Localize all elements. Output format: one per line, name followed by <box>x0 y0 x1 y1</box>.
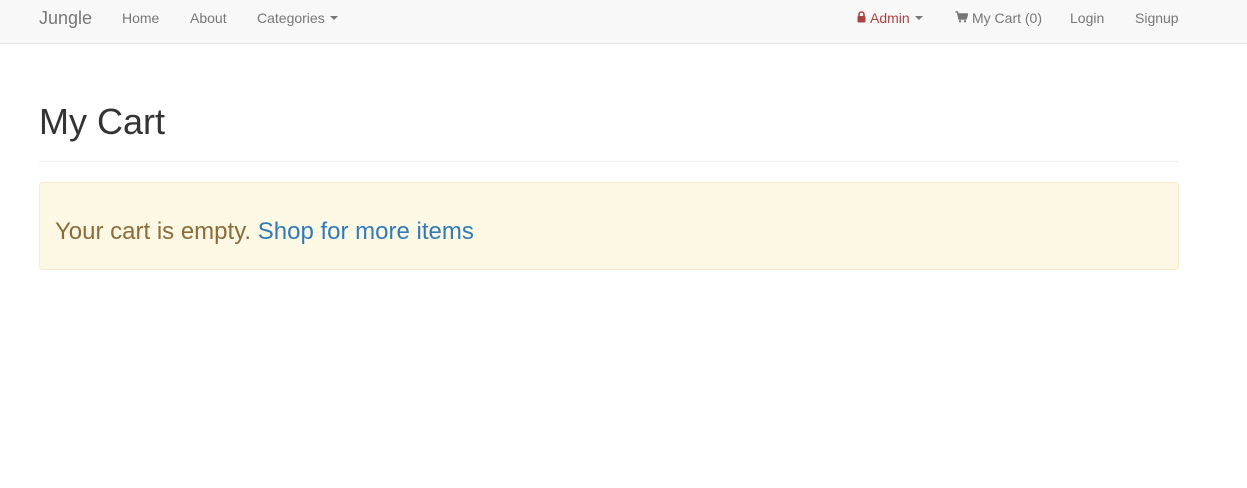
nav-my-cart[interactable]: My Cart (0) <box>955 0 1042 36</box>
shopping-cart-icon <box>955 11 968 23</box>
nav-admin-dropdown[interactable]: Admin <box>857 0 923 36</box>
nav-my-cart-label: My Cart (0) <box>972 10 1042 26</box>
caret-down-icon <box>914 16 923 21</box>
nav-login[interactable]: Login <box>1070 0 1104 36</box>
page-title: My Cart <box>39 101 165 142</box>
nav-signup[interactable]: Signup <box>1135 0 1179 36</box>
nav-home[interactable]: Home <box>122 0 159 36</box>
nav-about[interactable]: About <box>190 0 227 36</box>
empty-cart-message: Your cart is empty. <box>55 218 252 245</box>
nav-categories-label: Categories <box>257 10 325 26</box>
lock-icon <box>857 11 866 23</box>
alert-message-row: Your cart is empty. Shop for more items <box>55 217 474 247</box>
empty-cart-alert: Your cart is empty. Shop for more items <box>39 182 1179 270</box>
brand-link[interactable]: Jungle <box>39 0 92 36</box>
nav-categories-dropdown[interactable]: Categories <box>257 0 338 36</box>
shop-more-link[interactable]: Shop for more items <box>258 218 474 245</box>
nav-admin-label: Admin <box>870 10 910 26</box>
caret-down-icon <box>329 16 338 21</box>
top-navbar: Jungle Home About Categories Admin My Ca… <box>0 0 1247 44</box>
page-header: My Cart <box>39 80 1179 162</box>
